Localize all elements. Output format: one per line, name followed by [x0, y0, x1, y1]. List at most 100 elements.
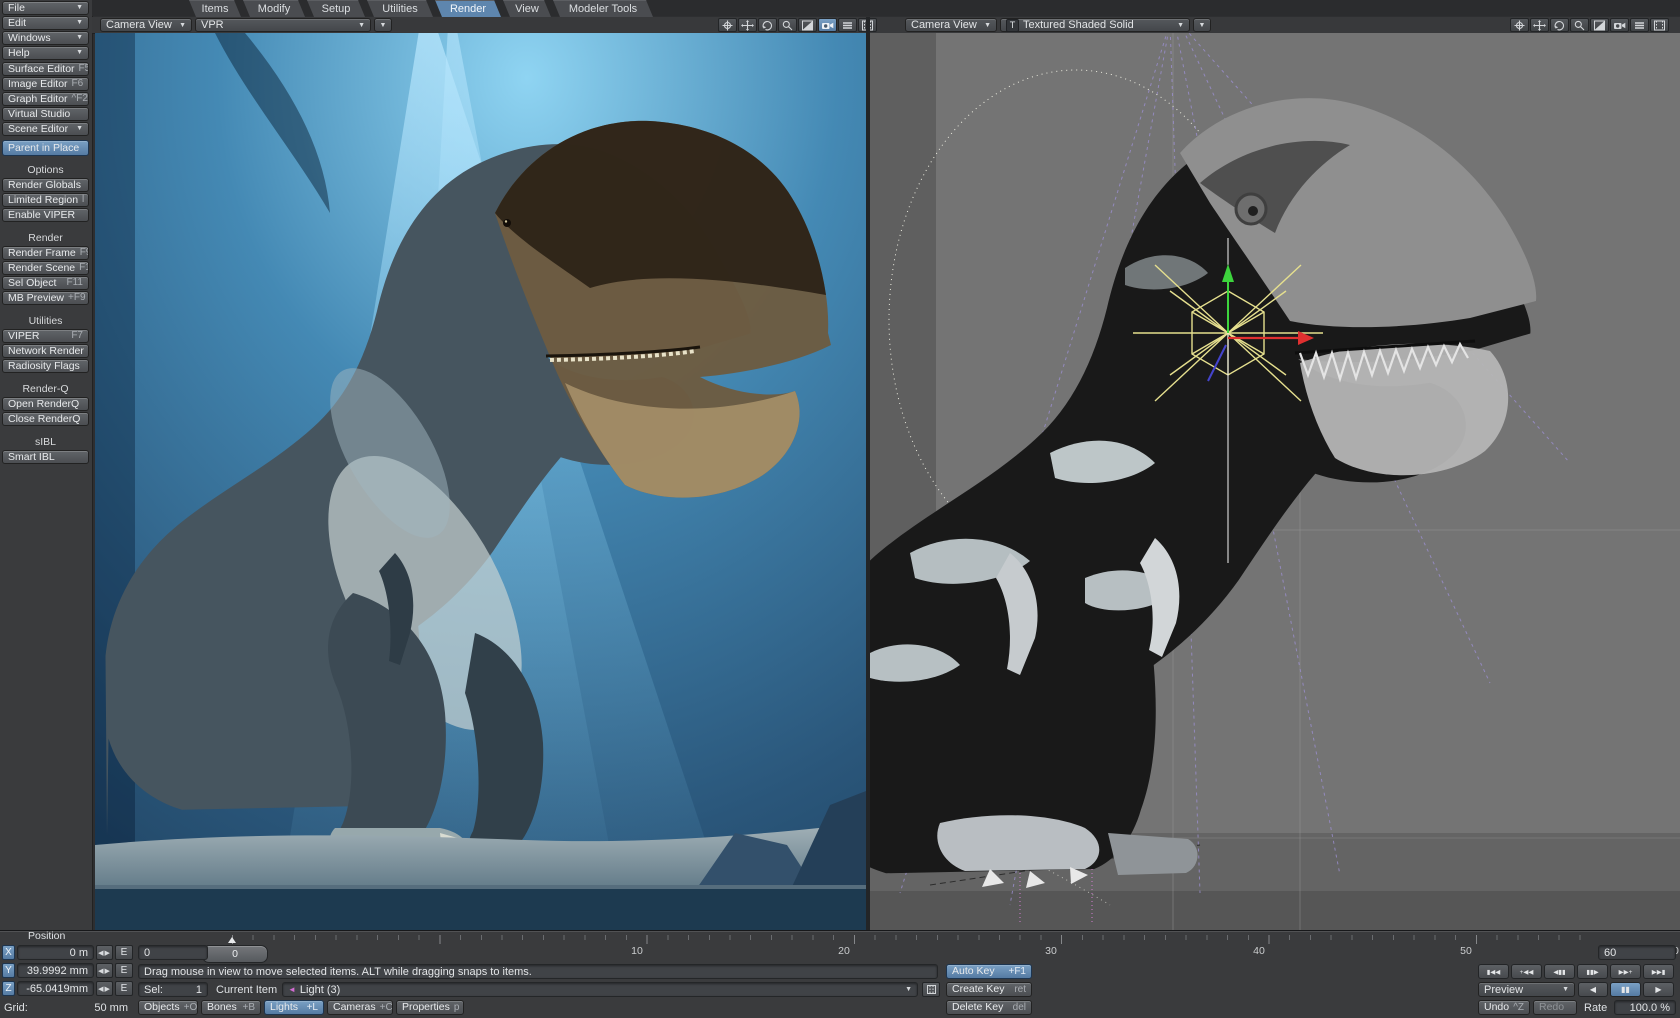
menu-button[interactable]: Edit ▼	[2, 16, 89, 30]
menu-button[interactable]: File ▼	[2, 1, 89, 15]
item-type-button[interactable]: Cameras +C	[327, 1000, 393, 1015]
sidebar-tool-button[interactable]: Enable VIPER	[2, 208, 89, 222]
left-viewport-header: Camera View ▼ VPR ▼ ▼	[92, 17, 878, 34]
pan-icon[interactable]	[1530, 18, 1549, 32]
key-button[interactable]: Create Key ret	[946, 982, 1032, 997]
transport-button[interactable]: ▶▶+	[1610, 964, 1641, 979]
sidebar-tool-button[interactable]: Image Editor F6	[2, 77, 89, 91]
item-type-button[interactable]: Lights +L	[264, 1000, 324, 1015]
right-viewport-shaded-view[interactable]	[870, 33, 1680, 930]
axis-stepper[interactable]: ◀▶	[96, 981, 113, 996]
play-forward-button[interactable]: ▶	[1643, 982, 1674, 997]
sidebar-tool-button[interactable]: Graph Editor ^F2	[2, 92, 89, 106]
axis-badge[interactable]: Y	[2, 963, 15, 978]
current-frame-field[interactable]: 0	[138, 945, 208, 960]
item-type-button[interactable]: Properties p	[396, 1000, 464, 1015]
pan-icon[interactable]	[738, 18, 757, 32]
envelope-button[interactable]: E	[115, 945, 133, 960]
item-type-button[interactable]: Bones +B	[201, 1000, 261, 1015]
end-frame-field[interactable]: 60	[1598, 945, 1676, 960]
transport-button[interactable]: +◀◀	[1511, 964, 1542, 979]
view-type-dropdown[interactable]: Camera View ▼	[905, 18, 997, 32]
pause-button[interactable]: ▮▮	[1610, 982, 1641, 997]
transport-button[interactable]: ◀▮▮	[1544, 964, 1575, 979]
axis-value-field[interactable]: 39.9992 mm	[17, 963, 94, 978]
maximize-icon[interactable]	[1590, 18, 1609, 32]
chevron-down-icon: ▼	[978, 22, 991, 29]
menu-icon[interactable]	[838, 18, 857, 32]
envelope-button[interactable]: E	[115, 981, 133, 996]
camera-icon[interactable]	[818, 18, 837, 32]
section-title: Render	[2, 232, 89, 244]
sidebar-tool-button[interactable]: Close RenderQ	[2, 412, 89, 426]
sidebar-tool-button[interactable]: MB Preview +F9	[2, 291, 89, 305]
menu-icon[interactable]	[1630, 18, 1649, 32]
sidebar-tool-button[interactable]: Limited Region l	[2, 193, 89, 207]
sidebar-tool-button[interactable]: Sel Object F11	[2, 276, 89, 290]
rotate-icon[interactable]	[1550, 18, 1569, 32]
envelope-button[interactable]: E	[115, 963, 133, 978]
redo-button[interactable]: Redo	[1533, 1000, 1577, 1015]
transport-button[interactable]: ▮▮▶	[1577, 964, 1608, 979]
maximize-icon[interactable]	[798, 18, 817, 32]
zoom-icon[interactable]	[1570, 18, 1589, 32]
preview-dropdown[interactable]: Preview ▼	[1478, 982, 1575, 997]
status-hint-bar: Drag mouse in view to move selected item…	[138, 964, 938, 979]
transport-button[interactable]: ▮◀◀	[1478, 964, 1509, 979]
main-tab[interactable]: Modeler Tools	[553, 0, 653, 17]
sidebar-tool-button[interactable]: Radiosity Flags	[2, 359, 89, 373]
left-viewport-toolbar	[718, 18, 877, 33]
main-tab[interactable]: View	[503, 0, 551, 17]
axis-badge[interactable]: X	[2, 945, 15, 960]
menu-button[interactable]: Help ▼	[2, 46, 89, 60]
rate-value-field[interactable]: 100.0 %	[1614, 1000, 1676, 1015]
frame-icon[interactable]	[1650, 18, 1669, 32]
viewport-options-dropdown[interactable]: ▼	[1193, 18, 1211, 32]
sidebar-tool-button[interactable]: Render Frame F9	[2, 246, 89, 260]
item-list-button[interactable]	[922, 982, 940, 997]
menu-button[interactable]: Windows ▼	[2, 31, 89, 45]
key-button[interactable]: Delete Key del	[946, 1000, 1032, 1015]
zoom-icon[interactable]	[778, 18, 797, 32]
rotate-icon[interactable]	[758, 18, 777, 32]
axis-stepper[interactable]: ◀▶	[96, 945, 113, 960]
sidebar-tool-button[interactable]: Render Scene F10	[2, 261, 89, 275]
move-icon[interactable]	[718, 18, 737, 32]
sidebar-tool-button[interactable]: Network Render	[2, 344, 89, 358]
main-tab[interactable]: Items	[189, 0, 241, 17]
play-reverse-button[interactable]: ◀	[1578, 982, 1608, 997]
sidebar-tool-button[interactable]: VIPER F7	[2, 329, 89, 343]
sidebar-tool-button[interactable]: Virtual Studio	[2, 107, 89, 121]
sidebar-tool-button[interactable]: Smart IBL	[2, 450, 89, 464]
main-tab[interactable]: Setup	[307, 0, 365, 17]
camera-icon[interactable]	[1610, 18, 1629, 32]
axis-value-field[interactable]: -65.0419mm	[17, 981, 94, 996]
main-tab[interactable]: Render	[435, 0, 501, 17]
axis-badge[interactable]: Z	[2, 981, 15, 996]
sidebar-tool-button[interactable]: Render Globals	[2, 178, 89, 192]
sidebar-tool-button[interactable]: Surface Editor F5	[2, 62, 89, 76]
main-tab[interactable]: Modify	[243, 0, 305, 17]
axis-stepper[interactable]: ◀▶	[96, 963, 113, 978]
viewport-options-dropdown[interactable]: ▼	[374, 18, 392, 32]
axis-row: Y 39.9992 mm ◀▶ E	[0, 963, 136, 978]
transport-button[interactable]: ▶▶▮	[1643, 964, 1674, 979]
chevron-down-icon: ▼	[380, 22, 387, 29]
key-button[interactable]: Auto Key +F1	[946, 964, 1032, 979]
current-item-dropdown[interactable]: ◄ Light (3) ▼	[282, 982, 918, 997]
timeline-frame-label: 40	[1239, 945, 1279, 957]
parent-in-place-button[interactable]: Parent in Place	[2, 140, 89, 156]
render-mode-dropdown[interactable]: T Textured Shaded Solid ▼	[1000, 18, 1190, 32]
sidebar-tool-button[interactable]: Scene Editor ▼	[2, 122, 89, 136]
axis-value-field[interactable]: 0 m	[17, 945, 94, 960]
view-type-dropdown[interactable]: Camera View ▼	[100, 18, 192, 32]
move-icon[interactable]	[1510, 18, 1529, 32]
render-mode-dropdown[interactable]: VPR ▼	[195, 18, 371, 32]
timeline-ruler[interactable]: 10 20 30 40 50 60	[212, 935, 1592, 961]
main-tab[interactable]: Utilities	[367, 0, 433, 17]
timeline-slider-handle[interactable]: 0	[202, 945, 268, 963]
sidebar-tool-button[interactable]: Open RenderQ	[2, 397, 89, 411]
item-type-button[interactable]: Objects +O	[138, 1000, 198, 1015]
left-viewport-vpr-render[interactable]	[95, 33, 866, 930]
undo-button[interactable]: Undo ^Z	[1478, 1000, 1530, 1015]
